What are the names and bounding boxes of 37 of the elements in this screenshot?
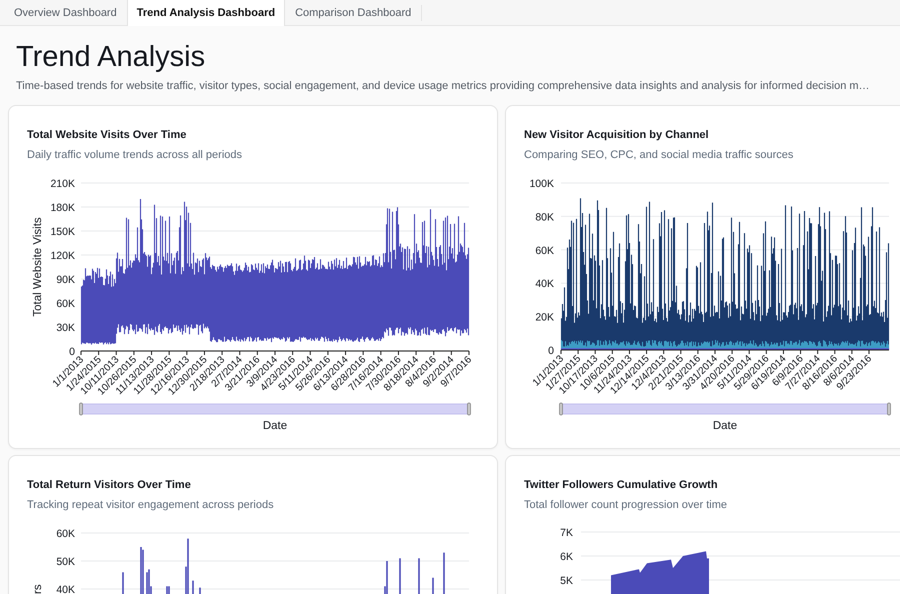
axis-tick-label: 180K bbox=[50, 202, 75, 214]
axis-tick-label: 6K bbox=[560, 551, 573, 563]
card-subtitle: Comparing SEO, CPC, and social media traffic sources bbox=[524, 148, 794, 162]
dashboard-tab[interactable]: Comparison Dashboard bbox=[285, 5, 422, 21]
card-title: Total Website Visits Over Time bbox=[27, 128, 188, 142]
card-subtitle: Total follower count progression over time bbox=[524, 498, 728, 512]
axis-tick-label: 150K bbox=[50, 226, 75, 238]
axis-tick-label: 20K bbox=[535, 312, 554, 324]
card-subtitle: Tracking repeat visitor engagement across periods bbox=[27, 498, 275, 512]
axis-tick-label: 30K bbox=[56, 322, 75, 334]
axis-tick-label: 80K bbox=[535, 211, 554, 224]
axis-tick-label: 0 bbox=[548, 345, 554, 357]
axis-tick-label: 60K bbox=[535, 244, 554, 257]
axis-title: Date bbox=[712, 420, 738, 432]
card-title: New Visitor Acquisition by Channel bbox=[524, 128, 710, 142]
axis-tick-label: 90K bbox=[56, 274, 75, 286]
page-title: Trend Analysis bbox=[16, 40, 206, 74]
axis-tick-label: 60K bbox=[56, 528, 75, 540]
dashboard-tab[interactable]: Trend Analysis Dashboard bbox=[126, 0, 286, 26]
axis-tick-label: 60K bbox=[56, 298, 75, 310]
axis-title: rs bbox=[32, 584, 44, 594]
axis-tick-label: 5K bbox=[560, 575, 573, 587]
axis-tick-label: 120K bbox=[50, 250, 75, 262]
axis-title: Total Website Visits bbox=[32, 217, 44, 317]
card-title: Twitter Followers Cumulative Growth bbox=[524, 478, 719, 492]
card-title: Total Return Visitors Over Time bbox=[27, 478, 192, 492]
axis-title: Date bbox=[262, 420, 288, 432]
axis-tick-label: 210K bbox=[50, 178, 75, 190]
page-subtitle: Time-based trends for website traffic, visitor types, social engagement, and device usage metrics providing comprehensive data insights and analysis for informed decision m… bbox=[16, 79, 871, 94]
axis-tick-label: 7K bbox=[560, 527, 573, 539]
axis-tick-label: 40K bbox=[56, 584, 75, 594]
axis-tick-label: 100K bbox=[529, 178, 554, 190]
card-subtitle: Daily traffic volume trends across all periods bbox=[27, 148, 243, 162]
dashboard-tab[interactable]: Overview Dashboard bbox=[0, 5, 127, 21]
axis-tick-label: 50K bbox=[56, 556, 75, 568]
axis-tick-label: 40K bbox=[535, 278, 554, 290]
axis-tick-label: 0 bbox=[69, 346, 75, 358]
